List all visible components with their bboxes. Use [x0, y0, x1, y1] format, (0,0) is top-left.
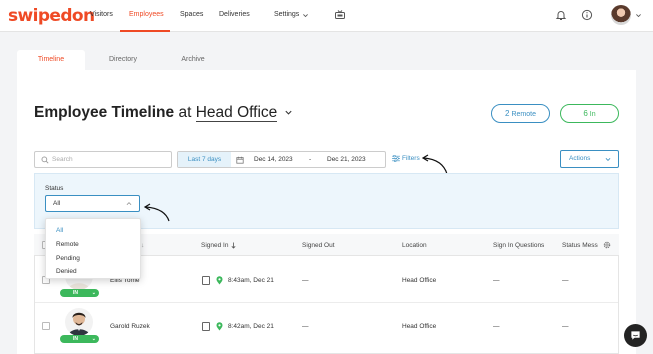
- search-icon: [41, 156, 49, 164]
- filters-label: Filters: [402, 155, 420, 163]
- questions-cell: —: [493, 277, 500, 284]
- start-date[interactable]: Dec 14, 2023: [254, 156, 293, 163]
- signed-out-time: —: [302, 277, 309, 284]
- status-dropdown-menu: All Remote Pending Denied: [45, 218, 141, 279]
- actions-label: Actions: [569, 155, 591, 162]
- in-count: 6: [583, 109, 588, 118]
- end-date[interactable]: Dec 21, 2023: [327, 156, 366, 163]
- col-status-message[interactable]: Status Mess: [562, 242, 598, 249]
- remote-count-pill[interactable]: 2 Remote: [491, 104, 550, 123]
- nav-spaces[interactable]: Spaces: [180, 11, 203, 18]
- signed-in-time: 8:42am, Dec 21: [228, 323, 274, 330]
- status-option-all[interactable]: All: [56, 227, 63, 234]
- nav-visitors[interactable]: Visitors: [90, 11, 113, 18]
- date-separator: -: [309, 156, 312, 163]
- status-option-pending[interactable]: Pending: [56, 255, 80, 262]
- search-input[interactable]: Search: [34, 151, 172, 168]
- page-title-at: at: [178, 104, 192, 121]
- status-badge-text: IN: [73, 290, 78, 296]
- employee-name[interactable]: Garold Ruzek: [110, 323, 150, 330]
- status-filter-label: Status: [45, 185, 64, 192]
- location-cell: Head Office: [402, 277, 437, 284]
- chat-button[interactable]: [624, 324, 647, 347]
- page-title-text: Employee Timeline: [34, 104, 175, 121]
- bell-icon[interactable]: [555, 9, 567, 21]
- location-cell: Head Office: [402, 323, 437, 330]
- nav-active-indicator: [120, 30, 170, 32]
- info-icon[interactable]: [581, 9, 593, 21]
- col-signed-in[interactable]: Signed In: [201, 242, 228, 249]
- row-divider: [35, 302, 618, 303]
- status-badge[interactable]: IN ⌄: [60, 335, 99, 343]
- remote-count: 2: [505, 109, 510, 118]
- gear-icon[interactable]: [603, 241, 611, 249]
- status-badge-text: IN: [73, 336, 78, 342]
- status-select-value: All: [53, 200, 61, 207]
- actions-dropdown[interactable]: Actions: [560, 150, 619, 168]
- filter-sliders-icon: [392, 154, 400, 163]
- chevron-down-icon: [605, 158, 611, 161]
- search-placeholder: Search: [52, 156, 73, 163]
- chevron-down-icon[interactable]: [302, 12, 309, 19]
- device-icon: [202, 322, 210, 331]
- signed-in-time: 8:43am, Dec 21: [228, 277, 274, 284]
- tab-bar: Timeline Directory Archive: [17, 50, 636, 70]
- tab-directory[interactable]: Directory: [89, 50, 157, 70]
- location-pin-icon: [216, 276, 223, 285]
- annotation-arrow-icon: [143, 203, 170, 222]
- location-pin-icon: [216, 322, 223, 331]
- chevron-down-icon[interactable]: [635, 12, 642, 19]
- chevron-down-icon[interactable]: [284, 108, 293, 117]
- col-location[interactable]: Location: [402, 242, 427, 249]
- status-message-cell: —: [562, 277, 569, 284]
- nav-employees[interactable]: Employees: [129, 11, 164, 18]
- status-option-remote[interactable]: Remote: [56, 241, 79, 248]
- tab-timeline[interactable]: Timeline: [17, 50, 85, 70]
- status-select[interactable]: All: [45, 195, 140, 212]
- chevron-up-icon: [126, 202, 132, 205]
- row-checkbox[interactable]: [42, 322, 50, 330]
- employee-photo: [65, 308, 93, 336]
- remote-label: Remote: [511, 111, 536, 118]
- status-option-denied[interactable]: Denied: [56, 268, 77, 275]
- status-message-cell: —: [562, 323, 569, 330]
- status-badge[interactable]: IN ⌄: [60, 289, 99, 297]
- col-signed-out[interactable]: Signed Out: [302, 242, 335, 249]
- sort-arrow-icon: ↓: [141, 242, 145, 249]
- sort-down-icon[interactable]: [231, 242, 236, 249]
- date-range-picker[interactable]: Last 7 days Dec 14, 2023 - Dec 21, 2023: [177, 151, 386, 168]
- quick-range-button[interactable]: Last 7 days: [178, 152, 231, 167]
- swipedon-logo[interactable]: swipedon: [8, 6, 95, 26]
- nav-settings[interactable]: Settings: [274, 11, 299, 18]
- col-sign-in-questions[interactable]: Sign In Questions: [493, 242, 544, 249]
- tv-icon[interactable]: [334, 9, 346, 21]
- user-avatar[interactable]: [611, 5, 631, 25]
- filters-button[interactable]: Filters: [392, 154, 420, 163]
- in-label: In: [589, 111, 596, 118]
- signed-out-time: —: [302, 323, 309, 330]
- location-selector[interactable]: Head Office: [195, 104, 278, 122]
- calendar-icon: [236, 156, 244, 164]
- device-icon: [202, 276, 210, 285]
- page-title: Employee Timeline at Head Office: [34, 104, 293, 122]
- tab-archive[interactable]: Archive: [159, 50, 227, 70]
- nav-deliveries[interactable]: Deliveries: [219, 11, 250, 18]
- in-count-pill[interactable]: 6 In: [560, 104, 619, 123]
- questions-cell: —: [493, 323, 500, 330]
- chat-icon: [631, 331, 640, 340]
